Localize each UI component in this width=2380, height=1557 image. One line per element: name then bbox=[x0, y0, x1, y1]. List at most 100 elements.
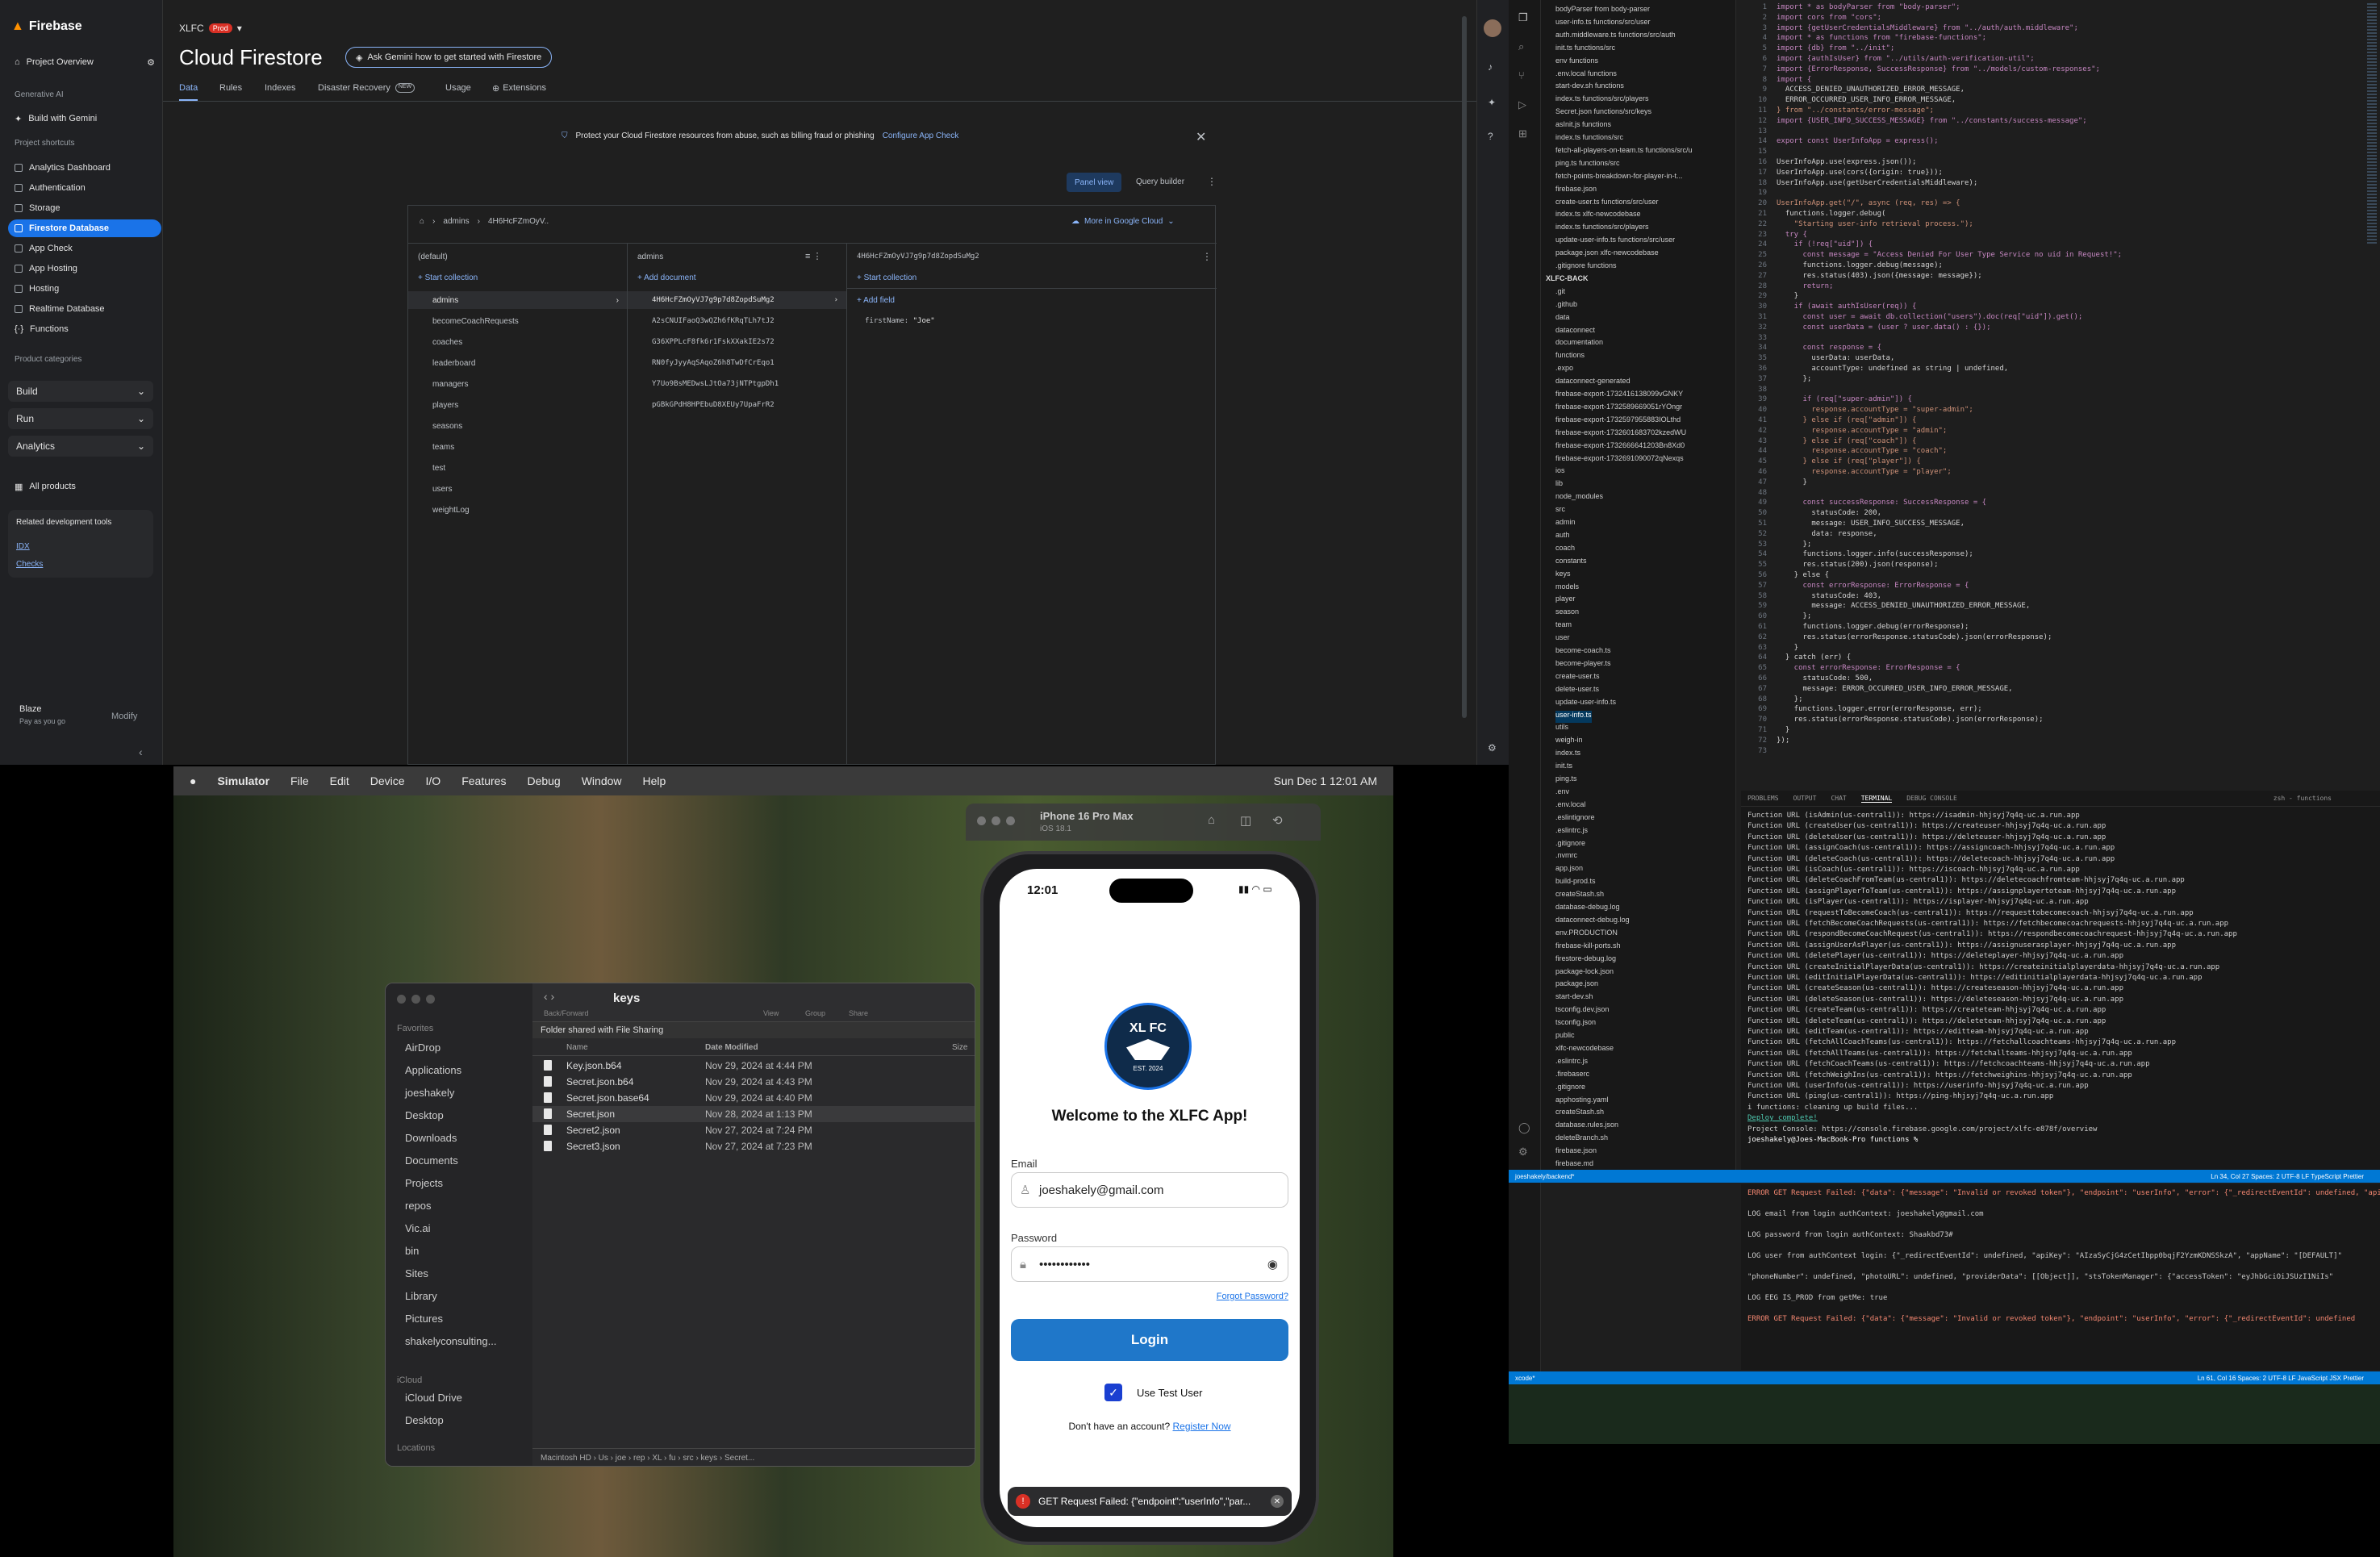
document-item[interactable]: Y7Uo9BsMEDwsLJtOa73jNTPtgpDh1 bbox=[628, 375, 846, 393]
tab-extensions[interactable]: ⊕ Extensions bbox=[492, 83, 546, 94]
zoom-button[interactable] bbox=[426, 995, 435, 1004]
share-button[interactable]: Share bbox=[849, 1009, 868, 1017]
forgot-password-link[interactable]: Forgot Password? bbox=[1217, 1292, 1288, 1301]
collection-item[interactable]: teams bbox=[408, 438, 627, 456]
file-row[interactable]: Secret.json.base64 Nov 29, 2024 at 4:40 P… bbox=[532, 1090, 975, 1106]
explorer-item[interactable]: fetch-all-players-on-team.ts functions/s… bbox=[1555, 146, 1693, 158]
explorer-item[interactable]: ios bbox=[1555, 466, 1565, 478]
explorer-item[interactable]: ping.ts functions/src bbox=[1555, 159, 1620, 171]
file-row[interactable]: Secret3.json Nov 27, 2024 at 7:23 PM bbox=[532, 1138, 975, 1154]
category-build[interactable]: Build ⌄ bbox=[8, 381, 153, 402]
explorer-item[interactable]: season bbox=[1555, 607, 1579, 620]
explorer-item[interactable]: init.ts bbox=[1555, 762, 1572, 774]
page-scrollbar[interactable] bbox=[1462, 16, 1467, 718]
explorer-item[interactable]: dataconnect-generated bbox=[1555, 377, 1631, 389]
sidebar-item-authentication[interactable]: Authentication bbox=[8, 179, 161, 197]
screenshot-icon[interactable]: ◫ bbox=[1240, 813, 1251, 828]
collapse-sidebar-icon[interactable]: ‹ bbox=[139, 745, 143, 758]
explorer-item[interactable]: ping.ts bbox=[1555, 774, 1577, 787]
sidebar-item-favorite[interactable]: Applications bbox=[405, 1064, 461, 1076]
build-with-gemini-link[interactable]: ✦ Build with Gemini bbox=[8, 110, 161, 127]
menu-debug[interactable]: Debug bbox=[527, 774, 560, 787]
file-row[interactable]: Secret.json.b64 Nov 29, 2024 at 4:43 PM bbox=[532, 1074, 975, 1090]
explorer-item[interactable]: user bbox=[1555, 633, 1570, 645]
explorer-item[interactable]: createStash.sh bbox=[1555, 890, 1604, 902]
project-switcher[interactable]: XLFC Prod ▾ bbox=[179, 23, 242, 34]
explorer-item[interactable]: .eslintrc.js bbox=[1555, 1057, 1588, 1069]
apple-icon[interactable]: ● bbox=[190, 774, 196, 787]
explorer-item[interactable]: weigh-in bbox=[1555, 736, 1583, 748]
explorer-item[interactable]: .eslintrc.js bbox=[1555, 826, 1588, 838]
sidebar-item-favorite[interactable]: repos bbox=[405, 1200, 432, 1212]
sparkle-icon[interactable]: ✦ bbox=[1488, 97, 1496, 108]
document-item[interactable]: 4H6HcFZmOyVJ7g9p7d8ZopdSuMg2 › bbox=[628, 291, 846, 309]
collection-item[interactable]: admins › bbox=[408, 291, 627, 309]
explorer-item[interactable]: .env.local functions bbox=[1555, 69, 1617, 81]
eye-off-icon[interactable]: ◉ bbox=[1267, 1257, 1278, 1271]
more-in-google-cloud-button[interactable]: ☁ More in Google Cloud ⌄ bbox=[1071, 217, 1175, 226]
sidebar-item-realtime-database[interactable]: Realtime Database bbox=[8, 300, 161, 318]
query-builder-button[interactable]: Query builder bbox=[1136, 177, 1184, 186]
menu-simulator[interactable]: Simulator bbox=[217, 774, 269, 787]
settings-gear-icon[interactable]: ⚙ bbox=[147, 57, 155, 68]
explorer-item[interactable]: src bbox=[1555, 505, 1565, 517]
sidebar-item-favorite[interactable]: AirDrop bbox=[405, 1041, 441, 1054]
menu-help[interactable]: Help bbox=[643, 774, 666, 787]
panel-view-button[interactable]: Panel view bbox=[1067, 173, 1122, 192]
collection-item[interactable]: test bbox=[408, 459, 627, 477]
group-button[interactable]: Group bbox=[805, 1009, 825, 1017]
sidebar-item-favorite[interactable]: Projects bbox=[405, 1177, 443, 1189]
explorer-item[interactable]: .env bbox=[1555, 787, 1569, 799]
explorer-item[interactable]: keys bbox=[1555, 570, 1571, 582]
filter-icon[interactable]: ≡ ⋮ bbox=[805, 251, 821, 261]
explorer-item[interactable]: index.ts xlfc-newcodebase bbox=[1555, 210, 1641, 222]
explorer-item[interactable]: functions bbox=[1555, 351, 1585, 363]
idx-link[interactable]: IDX bbox=[16, 542, 30, 551]
explorer-item[interactable]: firestore-debug.log bbox=[1555, 954, 1616, 966]
sidebar-item-hosting[interactable]: Hosting bbox=[8, 280, 161, 298]
explorer-item[interactable]: start-dev.sh bbox=[1555, 992, 1593, 1004]
minimize-button[interactable] bbox=[992, 816, 1000, 825]
explorer-item[interactable]: build-prod.ts bbox=[1555, 877, 1596, 889]
explorer-item[interactable]: team bbox=[1555, 620, 1572, 632]
explorer-item[interactable]: deleteBranch.sh bbox=[1555, 1133, 1608, 1146]
register-link[interactable]: Register Now bbox=[1173, 1421, 1231, 1432]
menu-edit[interactable]: Edit bbox=[330, 774, 349, 787]
more-options-icon[interactable]: ⋮ bbox=[1207, 176, 1217, 187]
explorer-item[interactable]: package-lock.json bbox=[1555, 967, 1614, 979]
more-options-icon[interactable]: ⋮ bbox=[1202, 251, 1212, 262]
explorer-item[interactable]: auth bbox=[1555, 531, 1570, 543]
explorer-item[interactable]: firebase-export-1732691090072qNexqs bbox=[1555, 454, 1684, 466]
start-subcollection-button[interactable]: + Start collection bbox=[857, 273, 917, 282]
tab-usage[interactable]: Usage bbox=[445, 83, 471, 93]
explorer-item[interactable]: models bbox=[1555, 582, 1579, 595]
debug-terminal[interactable]: ERROR GET Request Failed: {"data": {"mes… bbox=[1741, 1184, 2380, 1370]
explorer-item[interactable]: index.ts bbox=[1555, 749, 1580, 761]
explorer-item[interactable]: .env.local bbox=[1555, 800, 1585, 812]
menu-io[interactable]: I/O bbox=[426, 774, 441, 787]
explorer-item[interactable]: dataconnect bbox=[1555, 326, 1595, 338]
sidebar-item-favorite[interactable]: joeshakely bbox=[405, 1087, 454, 1099]
category-analytics[interactable]: Analytics ⌄ bbox=[8, 436, 153, 457]
explorer-item[interactable]: .github bbox=[1555, 300, 1577, 312]
explorer-item[interactable]: .nvmrc bbox=[1555, 851, 1577, 863]
source-control-icon[interactable]: ⑂ bbox=[1518, 69, 1525, 81]
all-products-link[interactable]: ▦ All products bbox=[8, 478, 161, 495]
close-button[interactable] bbox=[397, 995, 406, 1004]
explorer-item[interactable]: .gitignore functions bbox=[1555, 261, 1617, 273]
avatar[interactable] bbox=[1484, 19, 1501, 37]
help-icon[interactable]: ? bbox=[1488, 131, 1493, 142]
explorer-item[interactable]: .gitignore bbox=[1555, 1083, 1585, 1095]
explorer-item[interactable]: package.json bbox=[1555, 979, 1598, 991]
explorer-item[interactable]: become-player.ts bbox=[1555, 659, 1611, 671]
menu-features[interactable]: Features bbox=[461, 774, 506, 787]
close-button[interactable] bbox=[977, 816, 986, 825]
zoom-button[interactable] bbox=[1006, 816, 1015, 825]
home-icon[interactable]: ⌂ bbox=[1208, 813, 1215, 827]
rotate-icon[interactable]: ⟲ bbox=[1272, 813, 1283, 828]
sidebar-item-app-check[interactable]: App Check bbox=[8, 240, 161, 257]
explorer-item[interactable]: tsconfig.json bbox=[1555, 1018, 1596, 1030]
explorer-item[interactable]: apphosting.yaml bbox=[1555, 1096, 1609, 1108]
explorer-item[interactable]: database.rules.json bbox=[1555, 1121, 1618, 1133]
sidebar-item-favorite[interactable]: Vic.ai bbox=[405, 1222, 431, 1234]
